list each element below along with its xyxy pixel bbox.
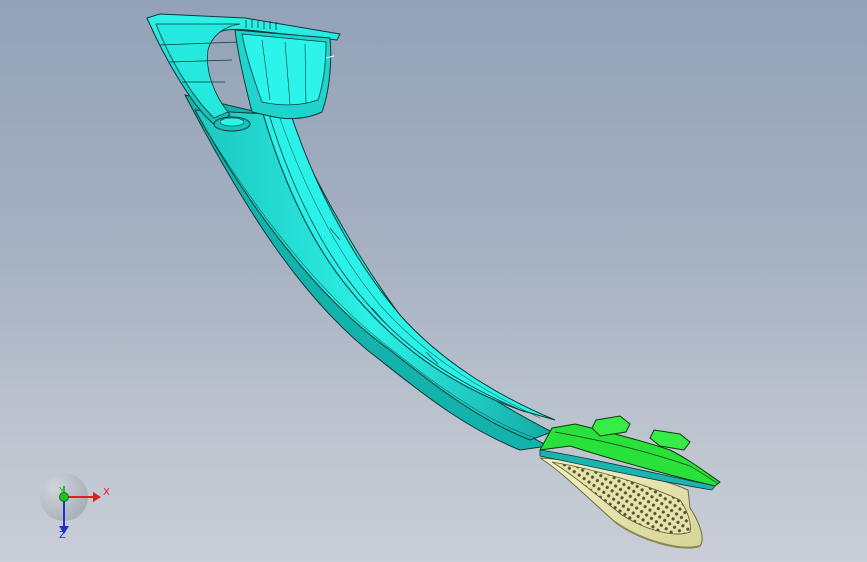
coordinate-triad <box>40 473 101 534</box>
model-view[interactable] <box>0 0 867 562</box>
graphics-viewport[interactable]: X Y Z <box>0 0 867 562</box>
axis-y-label: Y <box>59 486 66 497</box>
pedal-arm[interactable] <box>184 38 556 451</box>
axis-x-label: X <box>103 487 110 498</box>
axis-z-label: Z <box>59 530 66 541</box>
x-axis-arrow <box>93 492 101 502</box>
